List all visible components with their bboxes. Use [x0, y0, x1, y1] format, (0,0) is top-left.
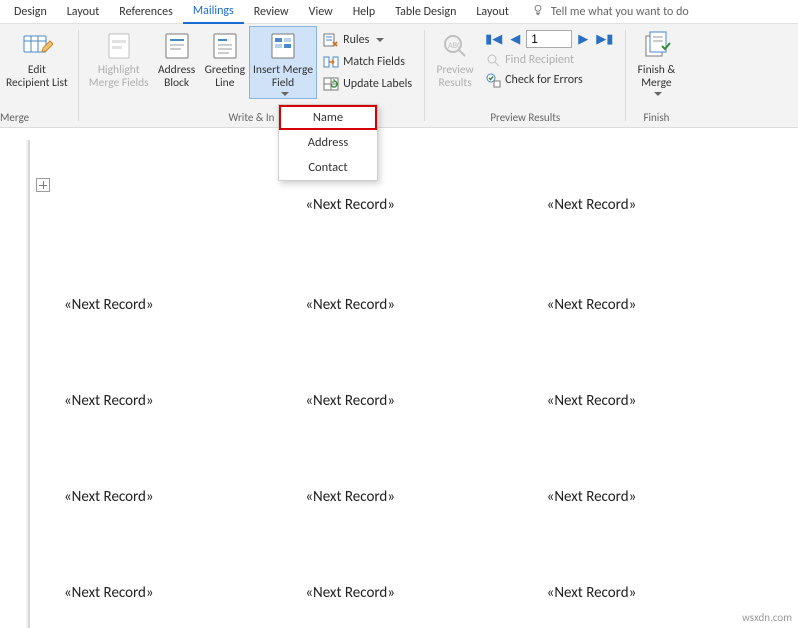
- label-cell[interactable]: «Next Record»: [64, 584, 305, 602]
- greeting-line-button[interactable]: Greeting Line: [201, 26, 249, 99]
- address-block-button[interactable]: Address Block: [153, 26, 201, 99]
- preview-results-label: Preview Results: [437, 64, 474, 90]
- insert-merge-field-icon: [267, 30, 299, 62]
- tab-design[interactable]: Design: [4, 1, 57, 23]
- table-move-handle[interactable]: [36, 178, 50, 192]
- label-grid: «Next Record» «Next Record» «Next Record…: [30, 196, 788, 628]
- insert-merge-field-dropdown: Name Address Contact: [278, 104, 378, 181]
- match-fields-button[interactable]: Match Fields: [317, 52, 418, 72]
- label-cell[interactable]: «Next Record»: [305, 584, 546, 602]
- label-row: «Next Record» «Next Record»: [30, 196, 788, 296]
- check-errors-label: Check for Errors: [505, 73, 583, 87]
- label-cell[interactable]: «Next Record»: [64, 488, 305, 506]
- tab-help[interactable]: Help: [343, 1, 386, 23]
- edit-recipient-list-button[interactable]: Edit Recipient List: [2, 26, 72, 90]
- update-labels-icon: [323, 76, 339, 92]
- edit-recipients-icon: [21, 30, 53, 62]
- find-recipient-icon: [485, 52, 501, 68]
- tab-review[interactable]: Review: [244, 1, 299, 23]
- label-cell[interactable]: «Next Record»: [547, 488, 788, 506]
- label-cell[interactable]: «Next Record»: [305, 296, 546, 314]
- insert-merge-field-label: Insert Merge Field: [253, 64, 313, 90]
- tell-me-search[interactable]: Tell me what you want to do: [531, 3, 689, 21]
- label-cell[interactable]: «Next Record»: [547, 296, 788, 314]
- ribbon-tabs: Design Layout References Mailings Review…: [0, 0, 798, 24]
- group-merge: Edit Recipient List Merge: [0, 24, 78, 127]
- group-finish: Finish & Merge Finish: [626, 24, 686, 127]
- group-write-insert-label: Write & In: [229, 111, 275, 127]
- merge-field-option-address[interactable]: Address: [279, 130, 377, 155]
- label-cell[interactable]: «Next Record»: [547, 196, 788, 214]
- label-cell[interactable]: «Next Record»: [547, 584, 788, 602]
- finish-merge-icon: [640, 30, 672, 62]
- tab-table-design[interactable]: Table Design: [385, 1, 466, 23]
- update-labels-button[interactable]: Update Labels: [317, 74, 418, 94]
- tab-view[interactable]: View: [299, 1, 343, 23]
- rules-icon: [323, 32, 339, 48]
- label-row: «Next Record» «Next Record» «Next Record…: [30, 296, 788, 392]
- highlight-merge-fields-button: Highlight Merge Fields: [85, 26, 153, 99]
- finish-merge-label: Finish & Merge: [638, 64, 676, 90]
- tell-me-placeholder: Tell me what you want to do: [551, 5, 689, 19]
- highlight-fields-label: Highlight Merge Fields: [89, 64, 149, 90]
- label-cell[interactable]: «Next Record»: [305, 392, 546, 410]
- match-fields-label: Match Fields: [343, 55, 405, 69]
- lightbulb-icon: [531, 3, 545, 21]
- merge-field-option-name[interactable]: Name: [279, 105, 377, 130]
- find-recipient-button: Find Recipient: [479, 50, 619, 70]
- preview-results-button: ABC Preview Results: [431, 26, 479, 90]
- preview-results-icon: ABC: [439, 30, 471, 62]
- label-cell[interactable]: «Next Record»: [305, 196, 546, 214]
- group-finish-label: Finish: [643, 111, 669, 127]
- document-area: «Next Record» «Next Record» «Next Record…: [0, 128, 798, 628]
- finish-merge-button[interactable]: Finish & Merge: [632, 26, 680, 98]
- address-block-label: Address Block: [158, 64, 195, 90]
- ribbon: Edit Recipient List Merge Highlight Merg…: [0, 24, 798, 128]
- check-errors-icon: [485, 72, 501, 88]
- rules-button[interactable]: Rules: [317, 30, 418, 50]
- label-cell[interactable]: «Next Record»: [547, 392, 788, 410]
- highlight-fields-icon: [103, 30, 135, 62]
- svg-text:ABC: ABC: [448, 41, 462, 51]
- find-recipient-label: Find Recipient: [505, 53, 574, 67]
- prev-record-button[interactable]: ◀: [508, 32, 522, 47]
- label-row: «Next Record» «Next Record» «Next Record…: [30, 392, 788, 488]
- record-number-input[interactable]: [526, 30, 572, 48]
- label-cell[interactable]: «Next Record»: [64, 392, 305, 410]
- tab-references[interactable]: References: [109, 1, 183, 23]
- last-record-button[interactable]: ▶▮: [594, 32, 615, 47]
- first-record-button[interactable]: ▮◀: [483, 32, 504, 47]
- tab-mailings[interactable]: Mailings: [183, 0, 244, 24]
- tab-layout-1[interactable]: Layout: [57, 1, 110, 23]
- rules-label: Rules: [343, 33, 369, 47]
- check-errors-button[interactable]: Check for Errors: [479, 70, 619, 90]
- address-block-icon: [161, 30, 193, 62]
- match-fields-icon: [323, 54, 339, 70]
- insert-merge-field-button[interactable]: Insert Merge Field: [249, 26, 317, 99]
- label-cell[interactable]: «Next Record»: [305, 488, 546, 506]
- greeting-line-icon: [209, 30, 241, 62]
- update-labels-label: Update Labels: [343, 77, 412, 91]
- greeting-line-label: Greeting Line: [205, 64, 245, 90]
- write-insert-small-stack: Rules Match Fields Update Labels: [317, 26, 418, 99]
- group-preview-results-label: Preview Results: [490, 111, 560, 127]
- merge-field-option-contact[interactable]: Contact: [279, 155, 377, 180]
- tab-layout-2[interactable]: Layout: [466, 1, 519, 23]
- page[interactable]: «Next Record» «Next Record» «Next Record…: [28, 140, 788, 628]
- record-navigator: ▮◀ ◀ ▶ ▶▮: [479, 26, 619, 50]
- group-preview-results: ABC Preview Results ▮◀ ◀ ▶ ▶▮ Find Recip…: [425, 24, 625, 127]
- label-row: «Next Record» «Next Record» «Next Record…: [30, 584, 788, 628]
- next-record-button[interactable]: ▶: [576, 32, 590, 47]
- label-row: «Next Record» «Next Record» «Next Record…: [30, 488, 788, 584]
- watermark: wsxdn.com: [742, 611, 792, 624]
- label-cell[interactable]: «Next Record»: [64, 296, 305, 314]
- edit-recipients-label: Edit Recipient List: [6, 64, 68, 90]
- group-merge-label: Merge: [0, 111, 29, 127]
